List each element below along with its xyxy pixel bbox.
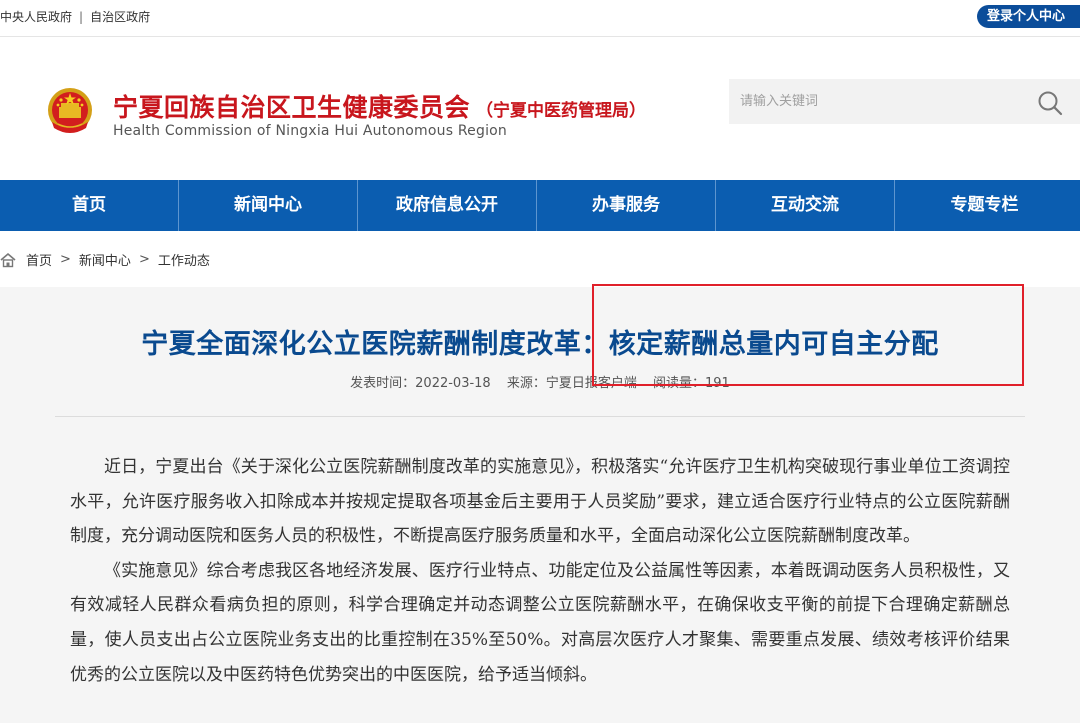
article-date: 发表时间：2022-03-18 [350,376,491,391]
search-box [729,79,1080,124]
login-personal-center-button[interactable]: 登录个人中心 [977,5,1080,28]
top-bar: 中央人民政府 | 自治区政府 登录个人中心 [0,0,1080,33]
site-title: 宁夏回族自治区卫生健康委员会 （宁夏中医药管理局） Health Commissi… [113,88,647,139]
site-title-cn: 宁夏回族自治区卫生健康委员会 [113,93,471,122]
article-title: 宁夏全面深化公立医院薪酬制度改革：核定薪酬总量内可自主分配 [141,329,939,360]
site-title-subtitle: （宁夏中医药管理局） [476,101,647,121]
link-central-government[interactable]: 中央人民政府 [0,10,72,24]
nav-item-interaction[interactable]: 互动交流 [716,180,895,231]
article-paragraph: 近日，宁夏出台《关于深化公立医院薪酬制度改革的实施意见》，积极落实“允许医疗卫生… [70,457,1010,547]
nav-item-home[interactable]: 首页 [0,180,179,231]
nav-item-news-center[interactable]: 新闻中心 [179,180,358,231]
article-source: 来源：宁夏日报客户端 [506,376,637,391]
breadcrumb-separator: > [60,252,71,267]
breadcrumb-work-updates[interactable]: 工作动态 [158,250,210,269]
main-nav: 首页 新闻中心 政府信息公开 办事服务 互动交流 专题专栏 [0,180,1080,231]
site-title-en: Health Commission of Ningxia Hui Autonom… [113,123,507,139]
article-body: 近日，宁夏出台《关于深化公立医院薪酬制度改革的实施意见》，积极落实“允许医疗卫生… [70,450,1010,692]
nav-item-government-info[interactable]: 政府信息公开 [358,180,537,231]
national-emblem-icon [48,88,92,133]
breadcrumb-home[interactable]: 首页 [26,250,52,269]
article-paragraph: 《实施意见》综合考虑我区各地经济发展、医疗行业特点、功能定位及公益属性等因素，本… [70,560,1010,685]
search-icon[interactable] [1036,89,1064,117]
link-regional-government[interactable]: 自治区政府 [90,10,150,24]
breadcrumb-separator: > [138,252,150,267]
breadcrumb-news-center[interactable]: 新闻中心 [79,250,131,269]
article-views: 阅读量：191 [653,376,730,391]
breadcrumb: 首页 > 新闻中心 > 工作动态 [0,250,210,269]
home-icon [0,252,16,267]
top-links: 中央人民政府 | 自治区政府 [0,8,150,25]
meta-divider [55,416,1025,417]
nav-item-services[interactable]: 办事服务 [537,180,716,231]
top-links-separator: | [79,10,84,24]
search-input[interactable] [729,79,1019,124]
nav-item-special-topics[interactable]: 专题专栏 [895,180,1074,231]
top-divider [0,36,1080,37]
article-meta: 发表时间：2022-03-18 来源：宁夏日报客户端 阅读量：191 [0,372,1080,391]
